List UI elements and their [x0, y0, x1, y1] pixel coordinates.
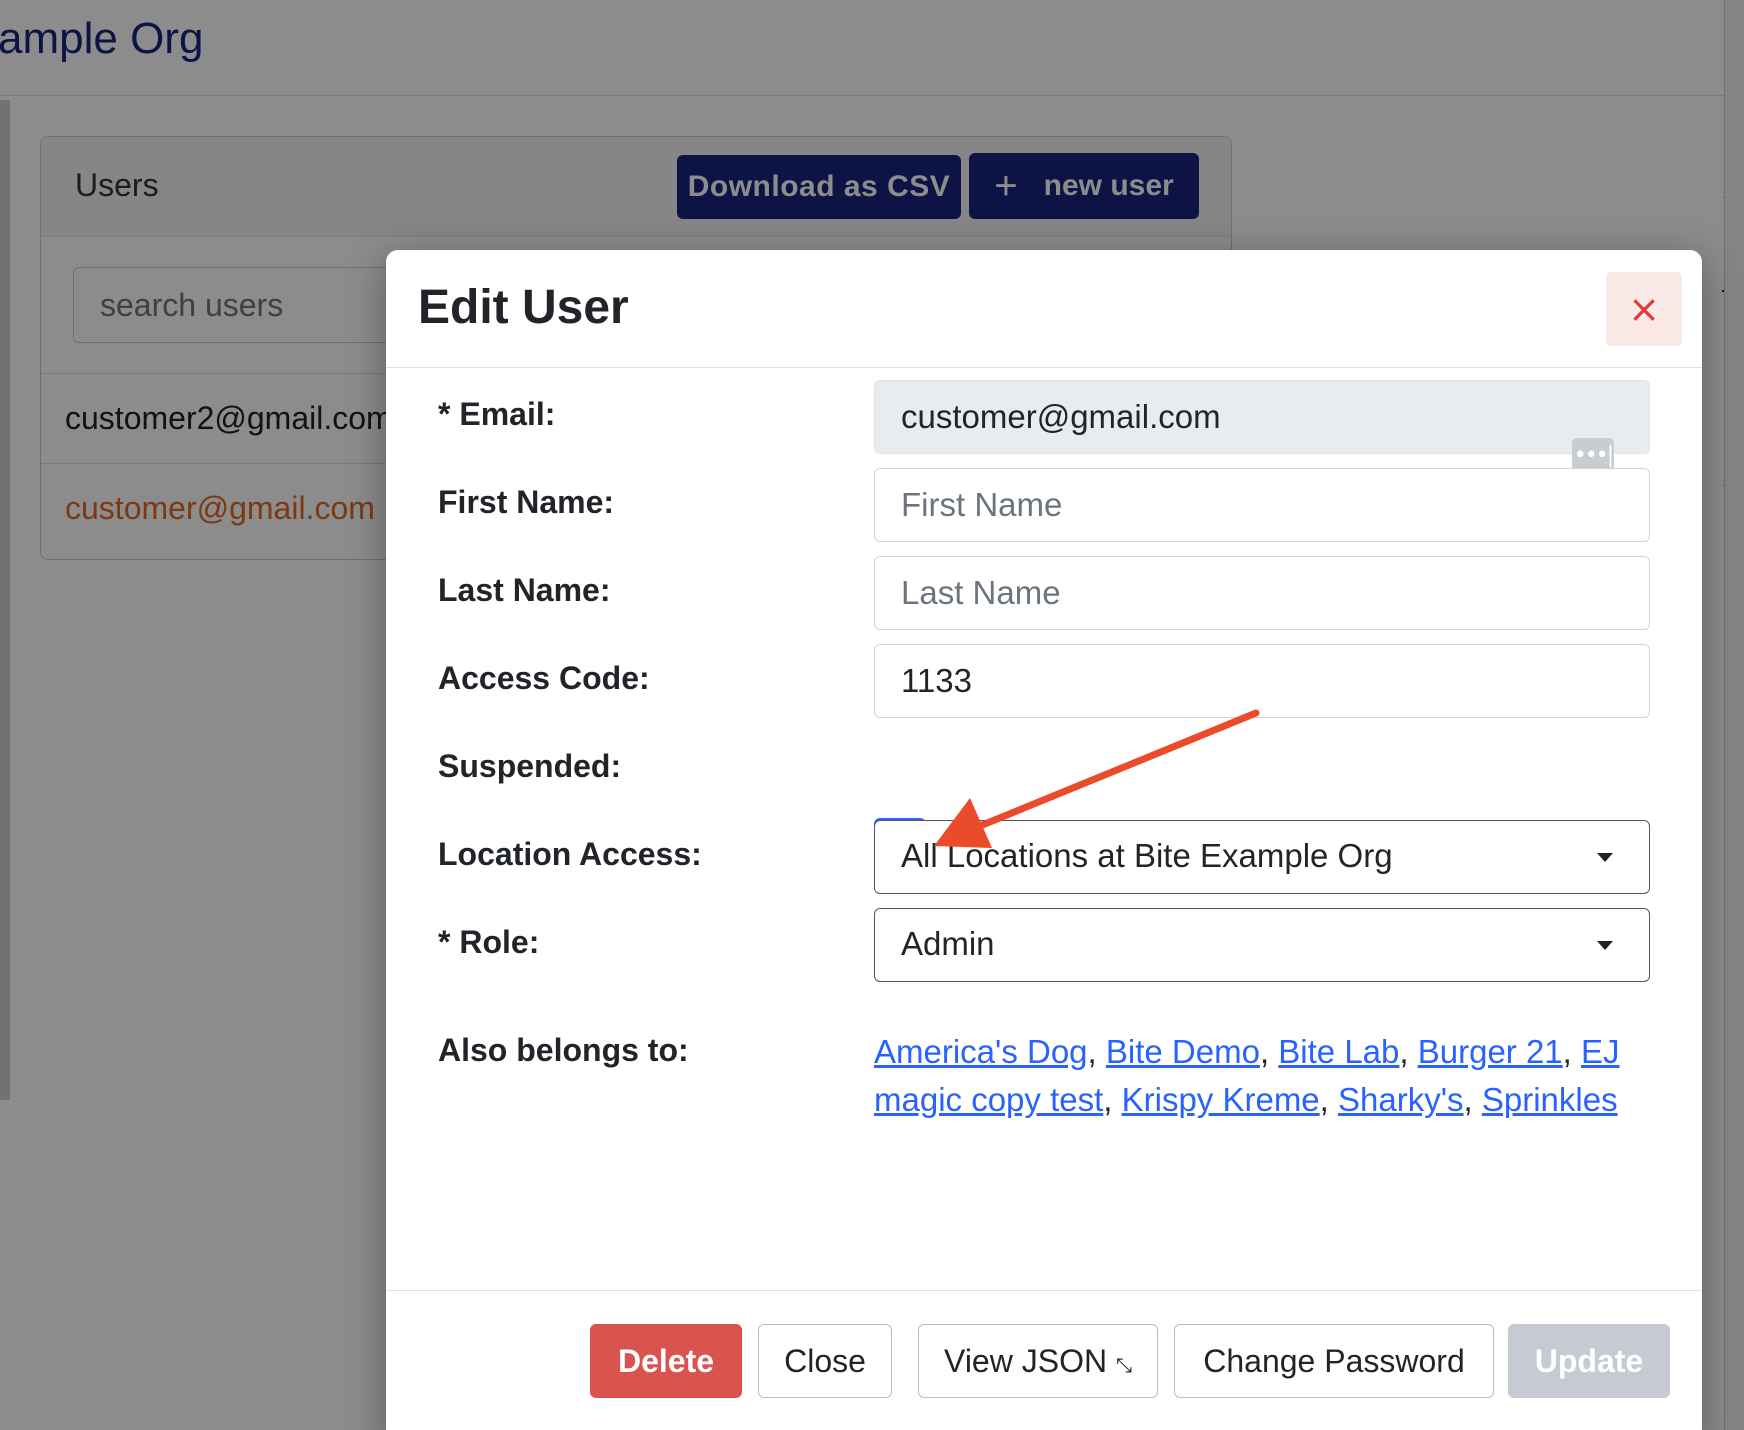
first-name-label: First Name:	[438, 484, 615, 520]
location-access-select[interactable]: All Locations at Bite Example Org	[874, 820, 1650, 894]
email-field[interactable]	[874, 380, 1650, 454]
delete-button[interactable]: Delete	[590, 1324, 742, 1398]
update-button[interactable]: Update	[1508, 1324, 1670, 1398]
role-label: * Role:	[438, 924, 540, 960]
last-name-field[interactable]	[874, 556, 1650, 630]
org-link[interactable]: Bite Lab	[1278, 1033, 1399, 1070]
org-link[interactable]: Krispy Kreme	[1122, 1081, 1320, 1118]
chevron-down-icon	[1597, 941, 1613, 950]
org-link[interactable]: Burger 21	[1418, 1033, 1563, 1070]
last-name-label: Last Name:	[438, 572, 611, 608]
edit-user-modal: Edit User × * Email: •••| First Name: La…	[386, 250, 1702, 1430]
change-password-button[interactable]: Change Password	[1174, 1324, 1494, 1398]
also-belongs-label: Also belongs to:	[438, 1032, 689, 1068]
close-icon[interactable]: ×	[1606, 272, 1682, 346]
modal-title: Edit User	[418, 281, 629, 334]
org-link[interactable]: Sprinkles	[1482, 1081, 1618, 1118]
email-label: * Email:	[438, 396, 556, 432]
modal-header: Edit User ×	[386, 250, 1702, 368]
location-access-value: All Locations at Bite Example Org	[901, 837, 1393, 874]
modal-footer-divider	[386, 1290, 1702, 1291]
access-code-label: Access Code:	[438, 660, 650, 696]
close-button[interactable]: Close	[758, 1324, 892, 1398]
role-select[interactable]: Admin	[874, 908, 1650, 982]
external-link-icon: ⤡	[1115, 1352, 1132, 1377]
belongs-org-list: America's Dog, Bite Demo, Bite Lab, Burg…	[874, 1033, 1620, 1118]
org-link[interactable]: Sharky's	[1338, 1081, 1464, 1118]
org-link[interactable]: Bite Demo	[1106, 1033, 1260, 1070]
org-link[interactable]: America's Dog	[874, 1033, 1088, 1070]
chevron-down-icon	[1597, 853, 1613, 862]
view-json-label: View JSON	[944, 1342, 1108, 1379]
location-access-label: Location Access:	[438, 836, 702, 872]
role-value: Admin	[901, 925, 995, 962]
access-code-field[interactable]	[874, 644, 1650, 718]
view-json-button[interactable]: View JSON ⤡	[918, 1324, 1158, 1398]
suspended-label: Suspended:	[438, 748, 622, 784]
first-name-field[interactable]	[874, 468, 1650, 542]
